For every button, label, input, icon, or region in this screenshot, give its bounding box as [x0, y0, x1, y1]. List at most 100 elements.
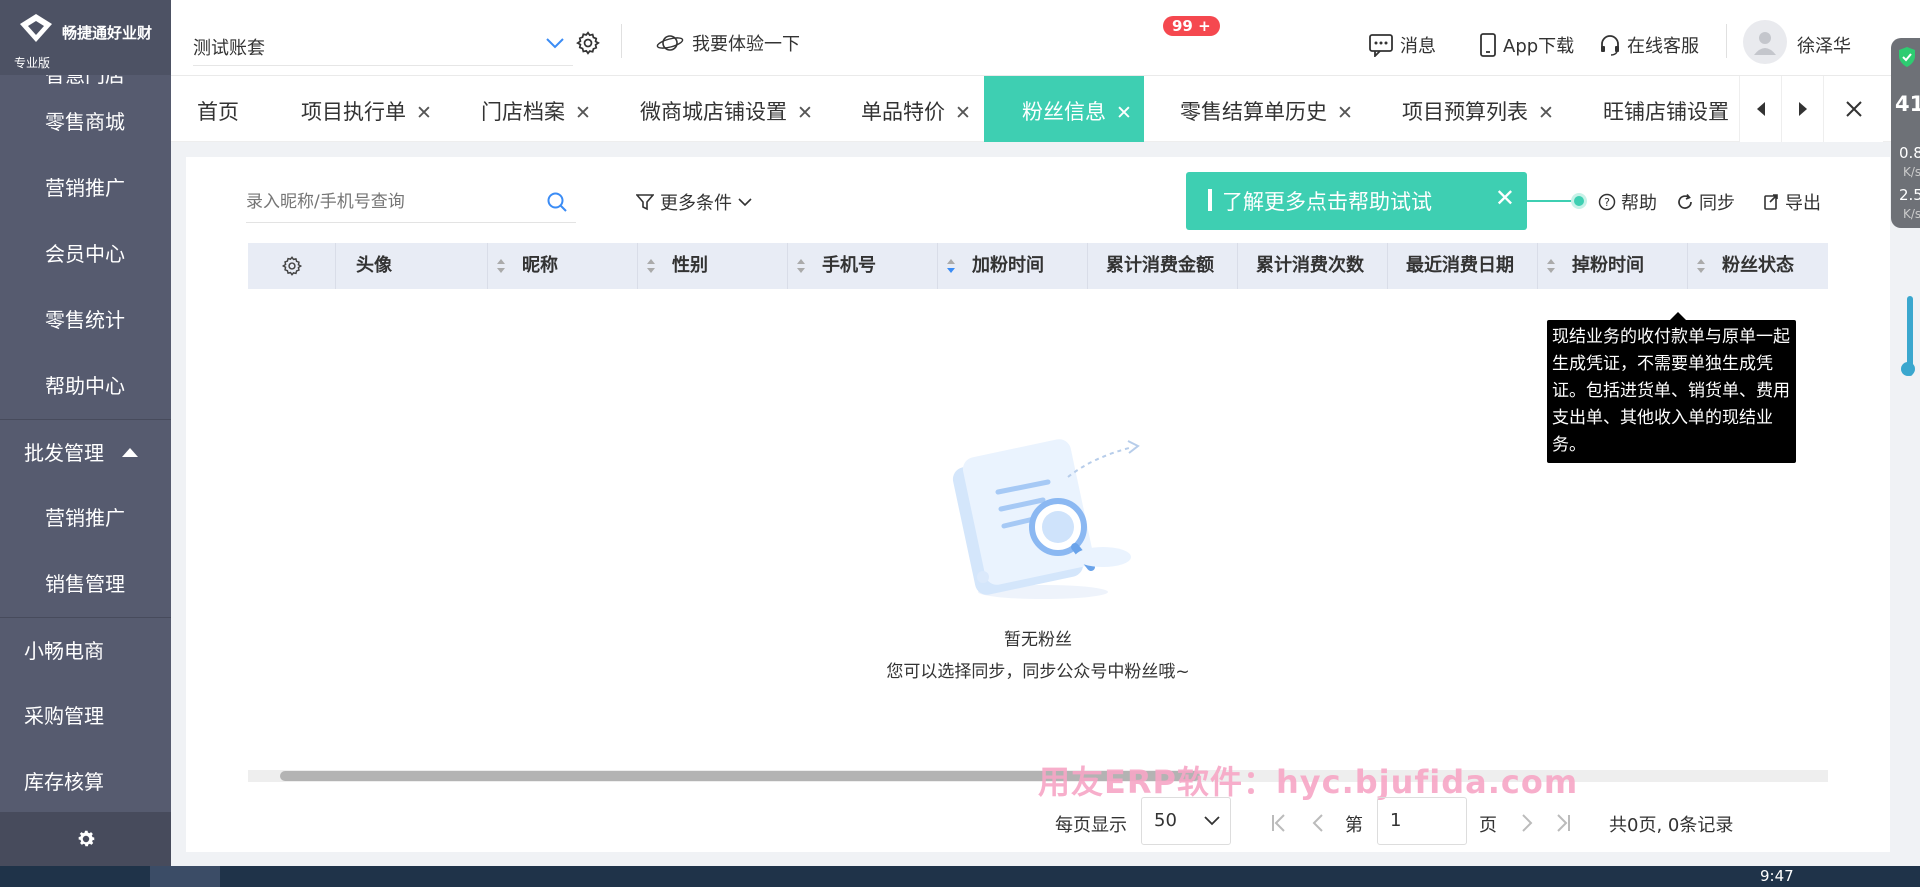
sidebar-item-wholesale-marketing[interactable]: 营销推广	[0, 485, 171, 551]
close-icon[interactable]: ✕	[955, 102, 971, 124]
download-speed: 2.5	[1899, 186, 1920, 204]
tab-store-archive[interactable]: 门店档案 ✕	[481, 76, 591, 142]
gear-icon	[281, 256, 302, 276]
first-page-icon[interactable]	[1271, 813, 1287, 833]
tab-scroll-right-button[interactable]	[1781, 76, 1823, 142]
filter-icon	[636, 194, 654, 211]
upload-speed: 0.8	[1899, 144, 1920, 162]
close-all-tabs-button[interactable]	[1823, 76, 1883, 142]
close-icon[interactable]: ✕	[797, 102, 813, 124]
prev-page-icon[interactable]	[1311, 813, 1325, 833]
more-filters-button[interactable]: 更多条件	[636, 189, 752, 215]
tab-project-budget-list[interactable]: 项目预算列表 ✕	[1402, 76, 1554, 142]
caret-right-icon	[1798, 102, 1807, 116]
close-icon[interactable]: ✕	[1495, 184, 1515, 212]
close-icon[interactable]: ✕	[1337, 102, 1353, 124]
table-header: 头像 昵称 性别 手机号 加粉时间 累计消费金额 累计消费次数 最近消费日期 掉…	[248, 243, 1828, 289]
help-banner[interactable]: 了解更多点击帮助试试 ✕	[1186, 172, 1527, 230]
online-service-button[interactable]: 在线客服	[1599, 32, 1699, 58]
column-header-last-purchase: 最近消费日期	[1388, 243, 1538, 289]
column-header-avatar: 头像	[336, 243, 488, 289]
tab-label: 微商城店铺设置	[640, 100, 787, 124]
sidebar-item-label: 采购管理	[24, 704, 104, 728]
last-page-icon[interactable]	[1555, 813, 1571, 833]
app-download-label: App下载	[1503, 36, 1575, 57]
help-tooltip: 现结业务的收付款单与原单一起生成凭证，不需要单独生成凭证。包括进货单、销货单、费…	[1547, 312, 1796, 463]
sidebar-item-purchase[interactable]: 采购管理	[0, 683, 171, 749]
close-icon[interactable]: ✕	[1116, 102, 1132, 124]
sync-button[interactable]: 同步	[1676, 189, 1735, 215]
sidebar-item-label: 批发管理	[24, 441, 104, 465]
help-button[interactable]: ? 帮助	[1598, 189, 1657, 215]
network-speed-widget[interactable]: 41 0.8 K/s 2.5 K/s	[1891, 38, 1920, 228]
tab-fans-info[interactable]: 粉丝信息 ✕	[984, 76, 1144, 142]
sidebar-item-ecommerce[interactable]: 小畅电商	[0, 617, 171, 683]
search-input[interactable]	[246, 189, 536, 215]
user-icon	[1754, 32, 1776, 55]
sidebar-menu: 智慧门店 零售商城 营销推广 会员中心 零售统计 帮助中心 批发管理 营销推广 …	[0, 75, 171, 815]
caret-left-icon	[1756, 102, 1765, 116]
edition-label: 专业版	[14, 56, 51, 70]
user-name[interactable]: 徐泽华	[1797, 32, 1851, 58]
banner-bar	[1208, 189, 1212, 211]
column-header-phone[interactable]: 手机号	[788, 243, 938, 289]
settings-gear-icon[interactable]	[575, 30, 601, 56]
messages-button[interactable]: 消息	[1368, 32, 1436, 58]
account-select[interactable]: 测试账套	[193, 26, 573, 66]
logo-text: 畅捷通好业财	[62, 24, 153, 42]
pager-summary: 共0页, 0条记录	[1609, 815, 1734, 836]
avatar[interactable]	[1743, 20, 1787, 64]
per-page-value: 50	[1154, 810, 1177, 831]
close-icon[interactable]: ✕	[416, 102, 432, 124]
sidebar-item-partial[interactable]: 智慧门店	[0, 75, 171, 89]
chat-icon	[1369, 34, 1393, 57]
tab-retail-settlement-history[interactable]: 零售结算单历史 ✕	[1180, 76, 1353, 142]
export-button[interactable]: 导出	[1762, 189, 1821, 215]
gear-icon	[78, 830, 95, 847]
sort-icon	[497, 259, 505, 273]
page-number-input[interactable]: 1	[1377, 797, 1467, 845]
sidebar-item-sales[interactable]: 销售管理	[0, 551, 171, 617]
tab-home[interactable]: 首页	[197, 76, 239, 142]
tab-scroll-left-button[interactable]	[1739, 76, 1781, 142]
sort-icon	[797, 259, 805, 273]
column-header-unfollow-time[interactable]: 掉粉时间	[1538, 243, 1688, 289]
column-header-nickname[interactable]: 昵称	[488, 243, 638, 289]
next-page-icon[interactable]	[1520, 813, 1534, 833]
banner-connector-dot	[1571, 193, 1587, 209]
taskbar-app-icon[interactable]	[150, 866, 220, 887]
try-experience-button[interactable]: 我要体验一下	[656, 30, 800, 56]
sidebar-item-marketing[interactable]: 营销推广	[0, 155, 171, 221]
column-header-fan-status[interactable]: 粉丝状态	[1688, 243, 1828, 289]
per-page-select[interactable]: 50	[1141, 797, 1231, 845]
close-icon[interactable]: ✕	[575, 102, 591, 124]
column-header-follow-time[interactable]: 加粉时间	[938, 243, 1088, 289]
sort-icon	[947, 259, 955, 273]
logo-icon	[20, 14, 52, 42]
sidebar-item-help-center[interactable]: 帮助中心	[0, 353, 171, 419]
planet-icon	[656, 35, 684, 51]
vertical-scrollbar-knob[interactable]	[1901, 362, 1915, 376]
tab-bar: 首页 项目执行单 ✕ 门店档案 ✕ 微商城店铺设置 ✕ 单品特价 ✕ 粉丝信息 ✕ 零售结…	[171, 76, 1920, 142]
column-header-gender[interactable]: 性别	[638, 243, 788, 289]
tab-project-execution[interactable]: 项目执行单 ✕	[301, 76, 432, 142]
sidebar-item-label: 零售商城	[45, 110, 125, 134]
sidebar-item-retail-stats[interactable]: 零售统计	[0, 287, 171, 353]
search-icon[interactable]	[546, 191, 568, 213]
help-label: 帮助	[1621, 193, 1657, 214]
sidebar-item-label: 销售管理	[45, 572, 125, 596]
close-icon[interactable]: ✕	[1538, 102, 1554, 124]
tab-microshop-settings[interactable]: 微商城店铺设置 ✕	[640, 76, 813, 142]
tab-item-special-price[interactable]: 单品特价 ✕	[861, 76, 971, 142]
column-settings-button[interactable]	[248, 243, 336, 289]
taskbar-app-icon[interactable]	[240, 866, 310, 887]
close-icon	[1845, 101, 1862, 117]
sidebar-item-wholesale[interactable]: 批发管理	[0, 419, 171, 485]
sidebar-item-retail-mall[interactable]: 零售商城	[0, 89, 171, 155]
app-download-button[interactable]: App下载	[1479, 32, 1574, 58]
sidebar-item-inventory[interactable]: 库存核算	[0, 749, 171, 815]
sidebar-item-label: 零售统计	[45, 308, 125, 332]
sidebar-settings-button[interactable]	[0, 812, 171, 866]
refresh-icon	[1678, 193, 1692, 209]
sidebar-item-member-center[interactable]: 会员中心	[0, 221, 171, 287]
